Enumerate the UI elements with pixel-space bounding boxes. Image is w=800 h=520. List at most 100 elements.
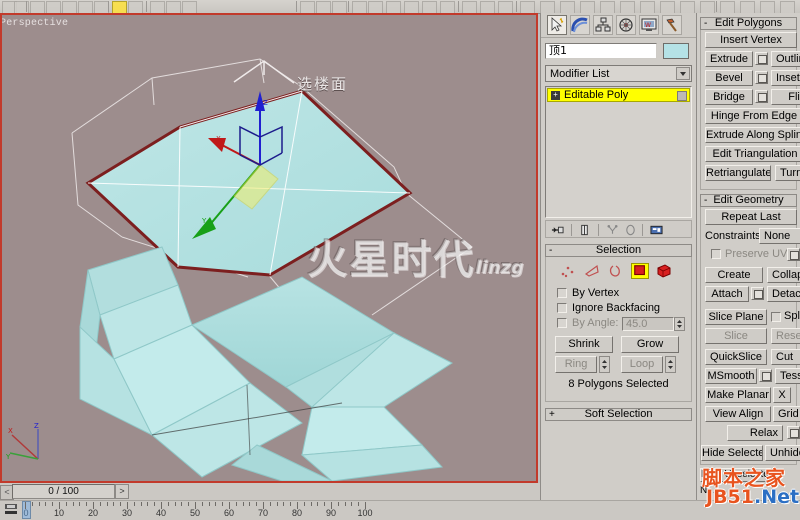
chevron-down-icon[interactable] — [676, 67, 690, 80]
loop-button[interactable]: Loop — [621, 356, 663, 373]
current-frame-display[interactable]: 0 / 100 — [12, 484, 115, 499]
next-frame-button[interactable]: > — [115, 484, 129, 499]
by-angle-row[interactable]: By Angle: 45.0 — [549, 316, 688, 334]
make-planar-button[interactable]: Make Planar — [705, 387, 771, 403]
ruler-tick-label: 60 — [223, 508, 235, 518]
detach-button[interactable]: Detach — [767, 286, 800, 302]
split-checkbox[interactable] — [771, 312, 781, 322]
edge-icon[interactable] — [583, 263, 601, 279]
element-icon[interactable] — [655, 263, 673, 279]
preserve-uvs-checkbox[interactable] — [711, 249, 721, 259]
motion-tab[interactable] — [616, 15, 636, 35]
by-angle-value[interactable]: 45.0 — [622, 317, 674, 331]
constraints-dropdown[interactable]: None — [759, 228, 800, 244]
flip-button[interactable]: Flip — [771, 89, 800, 105]
msmooth-button[interactable]: MSmooth — [705, 368, 757, 384]
ring-button[interactable]: Ring — [555, 356, 597, 373]
extrude-settings-icon[interactable] — [755, 52, 768, 65]
edit-geometry-header[interactable]: - Edit Geometry — [700, 194, 797, 207]
modifier-stack-toolbar[interactable] — [545, 220, 692, 238]
key-mode-icon[interactable] — [4, 503, 18, 516]
extrude-button[interactable]: Extrude — [705, 51, 753, 67]
extrude-along-spline-button[interactable]: Extrude Along Spline — [705, 127, 800, 143]
edit-polygons-header[interactable]: - Edit Polygons — [700, 17, 797, 30]
remove-modifier-icon[interactable] — [624, 224, 637, 236]
hide-selected-button[interactable]: Hide Selected — [701, 445, 763, 461]
pin-stack-icon[interactable] — [551, 224, 564, 236]
create-tab[interactable] — [547, 15, 567, 35]
by-angle-checkbox[interactable] — [557, 318, 567, 328]
border-icon[interactable] — [607, 263, 625, 279]
loop-spinner[interactable] — [665, 356, 676, 373]
modifier-stack[interactable]: + Editable Poly — [545, 86, 692, 218]
tessellate-button[interactable]: Tessellate — [775, 368, 800, 384]
stack-toggle-box[interactable] — [677, 91, 687, 101]
turn-button[interactable]: Turn — [775, 165, 800, 181]
slice-button[interactable]: Slice — [705, 328, 767, 344]
by-vertex-checkbox[interactable] — [557, 288, 567, 298]
attach-settings-icon[interactable] — [751, 287, 764, 300]
insert-vertex-button[interactable]: Insert Vertex — [705, 32, 797, 48]
object-color-swatch[interactable] — [663, 43, 689, 59]
track-bar-ruler[interactable]: 10 20 30 40 50 60 70 80 90 100 0 — [0, 500, 800, 520]
vertex-icon[interactable] — [559, 263, 577, 279]
perspective-viewport[interactable]: Z X Y Perspective 选楼面 火星时代linzg Z X Y — [2, 15, 536, 481]
object-name-field[interactable]: 顶1 — [545, 43, 657, 59]
bridge-settings-icon[interactable] — [755, 90, 768, 103]
attach-button[interactable]: Attach — [705, 286, 749, 302]
reset-plane-button[interactable]: Reset Plane — [771, 328, 800, 344]
toolbar-separator-2 — [146, 1, 147, 12]
selection-rollout-header[interactable]: - Selection — [545, 244, 692, 257]
edit-triangulation-button[interactable]: Edit Triangulation — [705, 146, 800, 162]
ignore-backfacing-checkbox[interactable] — [557, 303, 567, 313]
quickslice-button[interactable]: QuickSlice — [705, 349, 767, 365]
ring-spinner[interactable] — [599, 356, 610, 373]
time-slider-bar[interactable]: < 0 / 100 > — [0, 483, 538, 500]
collapse-button[interactable]: Collapse — [767, 267, 800, 283]
retriangulate-button[interactable]: Retriangulate — [705, 165, 771, 181]
command-panel[interactable]: W 顶1 Modifier List + Editable Poly - Sel… — [540, 13, 696, 500]
hide-unselected-button[interactable]: Hide Unselected — [700, 468, 772, 482]
preserve-uvs-settings-icon[interactable] — [787, 248, 800, 261]
unhide-all-button[interactable]: Unhide All — [765, 445, 800, 461]
repeat-last-button[interactable]: Repeat Last — [705, 209, 797, 225]
grow-button[interactable]: Grow — [621, 336, 679, 353]
command-panel-rollouts-column[interactable]: - Edit Polygons Insert Vertex Extrude Ou… — [696, 13, 800, 500]
stack-item-editable-poly[interactable]: + Editable Poly — [547, 88, 690, 102]
make-planar-x-button[interactable]: X — [773, 387, 791, 403]
inset-button[interactable]: Inset — [771, 70, 800, 86]
display-tab[interactable]: W — [639, 15, 659, 35]
ruler-tick — [256, 502, 257, 506]
utilities-tab[interactable] — [662, 15, 682, 35]
bridge-button[interactable]: Bridge — [705, 89, 753, 105]
hierarchy-tab[interactable] — [593, 15, 613, 35]
modify-tab[interactable] — [570, 15, 590, 35]
slice-plane-button[interactable]: Slice Plane — [705, 309, 767, 325]
hinge-from-edge-button[interactable]: Hinge From Edge — [705, 108, 800, 124]
view-align-button[interactable]: View Align — [705, 406, 771, 422]
by-vertex-row[interactable]: By Vertex — [549, 286, 688, 301]
make-unique-icon[interactable] — [606, 224, 619, 236]
shrink-button[interactable]: Shrink — [555, 336, 613, 353]
cut-button[interactable]: Cut — [771, 349, 800, 365]
command-panel-tabs[interactable]: W — [541, 13, 696, 38]
bevel-settings-icon[interactable] — [755, 71, 768, 84]
relax-button[interactable]: Relax — [727, 425, 783, 441]
grid-align-button[interactable]: Grid Align — [773, 406, 800, 422]
by-angle-spinner[interactable] — [674, 317, 685, 331]
viewport-container[interactable]: Z X Y Perspective 选楼面 火星时代linzg Z X Y — [0, 13, 538, 483]
relax-settings-icon[interactable] — [787, 426, 800, 439]
bevel-button[interactable]: Bevel — [705, 70, 753, 86]
soft-selection-rollout-header[interactable]: + Soft Selection — [545, 408, 692, 421]
ignore-backfacing-row[interactable]: Ignore Backfacing — [549, 301, 688, 316]
show-end-result-icon[interactable] — [578, 224, 591, 236]
outline-button[interactable]: Outline — [771, 51, 800, 67]
msmooth-settings-icon[interactable] — [759, 369, 772, 382]
create-button[interactable]: Create — [705, 267, 763, 283]
sub-object-level-row[interactable] — [549, 262, 688, 282]
modifier-list-dropdown[interactable]: Modifier List — [545, 65, 692, 82]
polygon-icon[interactable] — [631, 263, 649, 279]
configure-sets-icon[interactable] — [650, 224, 663, 236]
expand-plus-icon[interactable]: + — [551, 91, 560, 100]
object-name-row[interactable]: 顶1 — [545, 43, 692, 59]
